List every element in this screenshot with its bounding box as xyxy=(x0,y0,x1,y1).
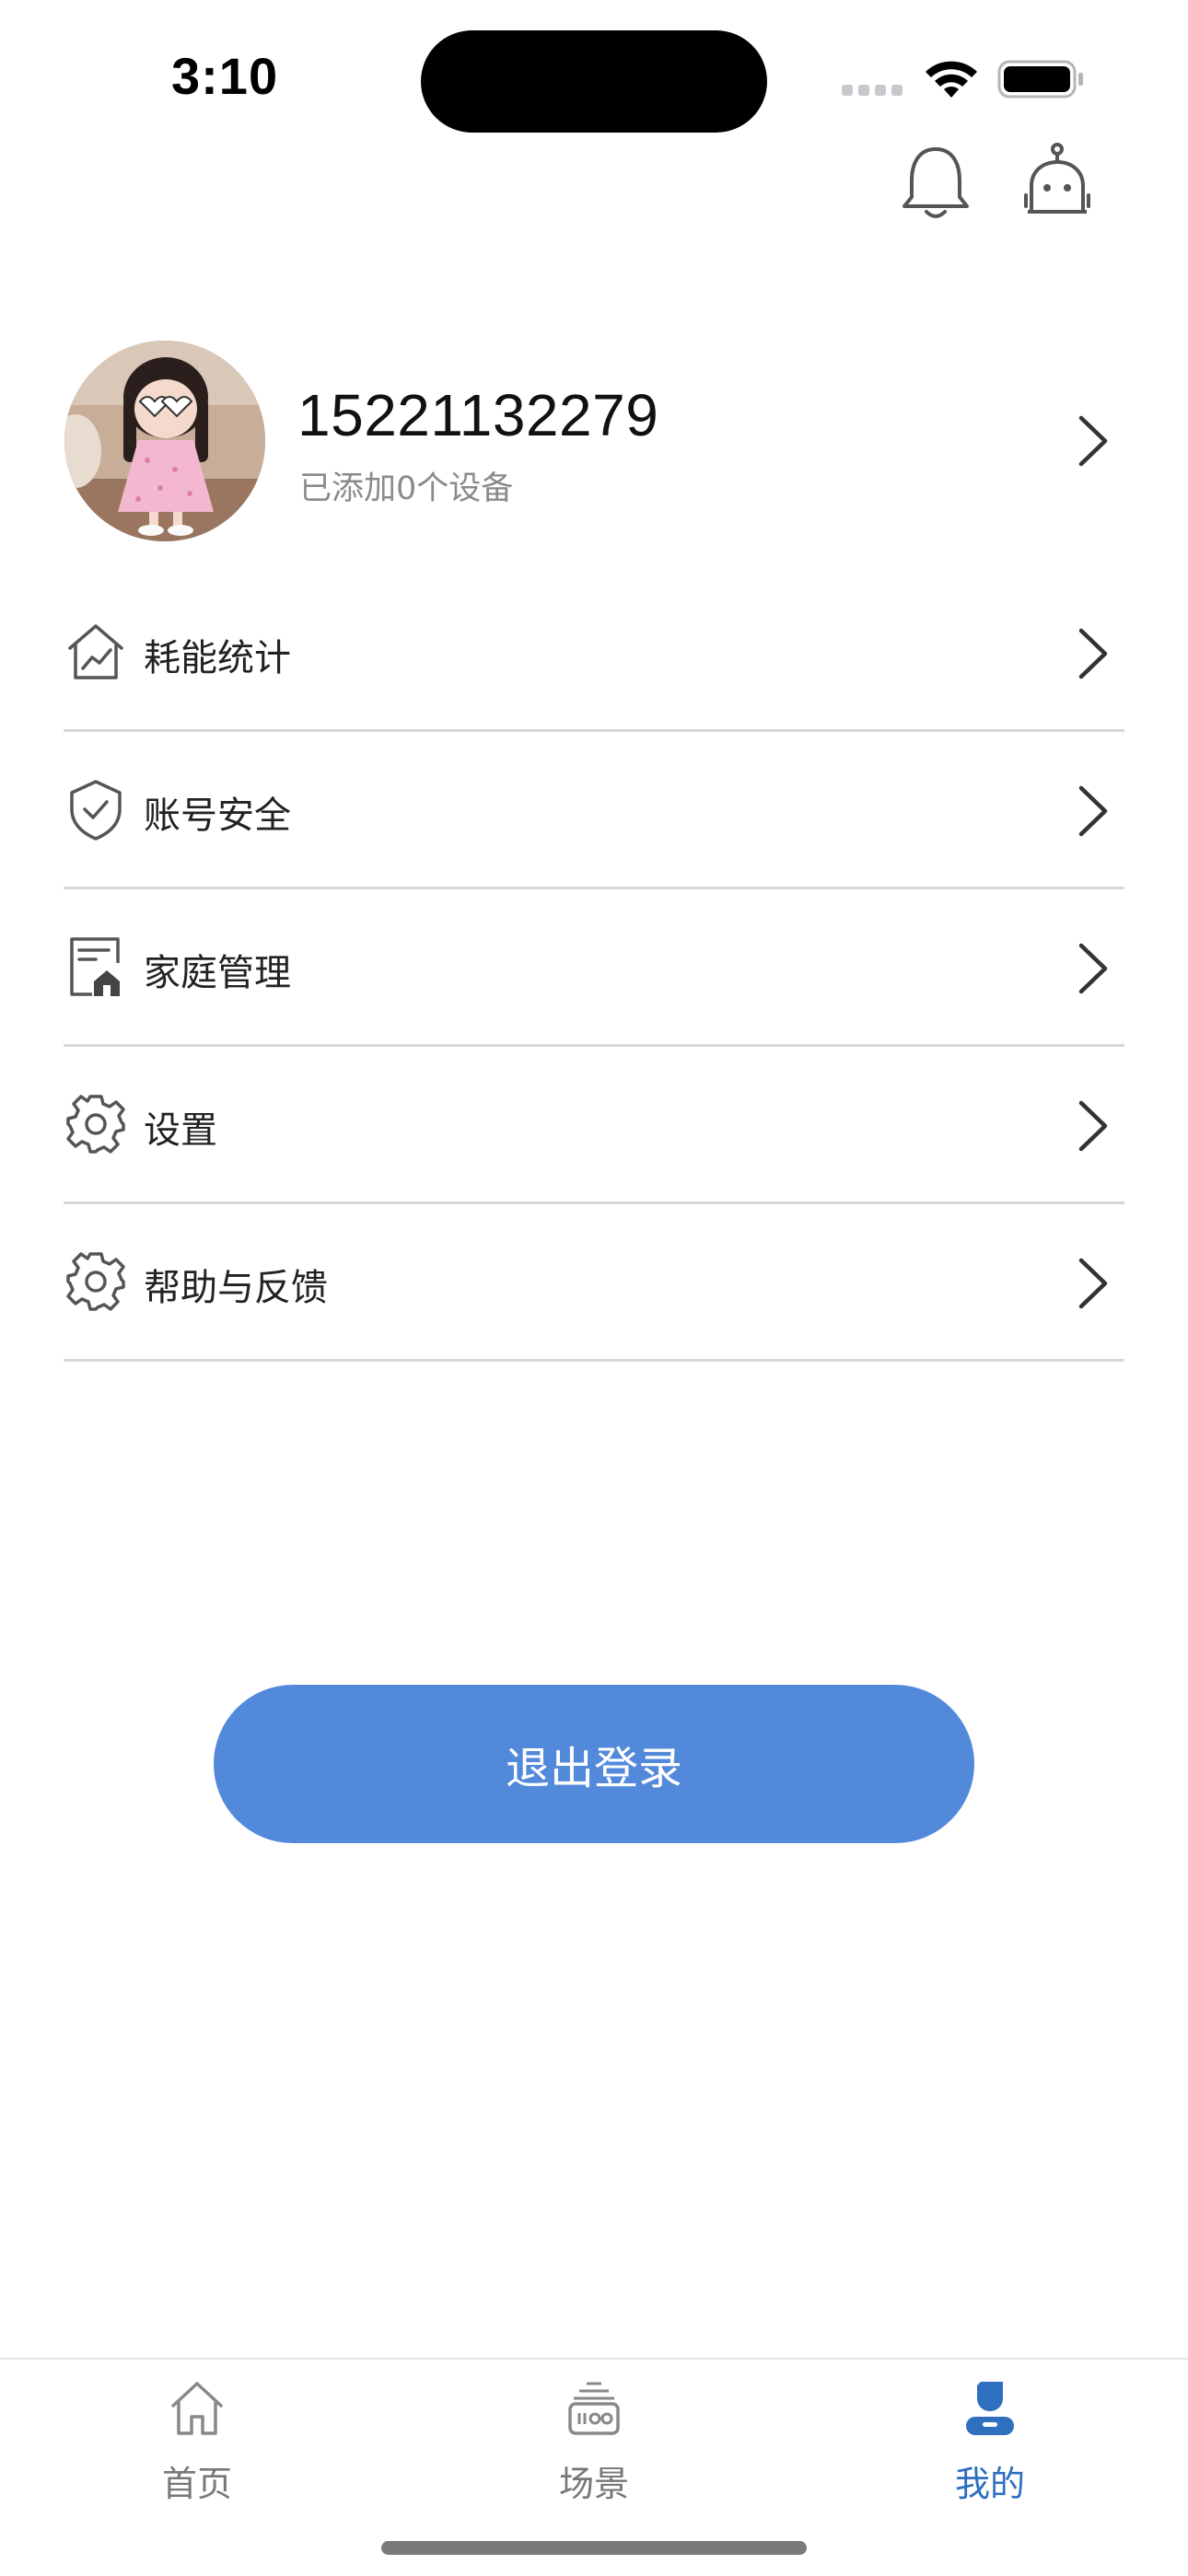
settings-menu: 耗能统计 账号安全 家庭管理 设置 帮助与反馈 xyxy=(0,574,1188,1362)
chevron-right-icon xyxy=(1078,1258,1108,1309)
menu-label: 设置 xyxy=(144,1109,217,1152)
bell-icon[interactable] xyxy=(897,140,974,225)
energy-chart-icon xyxy=(68,624,123,679)
wifi-icon xyxy=(926,61,977,98)
cellular-signal-icon xyxy=(842,85,906,98)
status-time: 3:10 xyxy=(171,47,279,105)
home-icon xyxy=(171,2382,223,2435)
tab-label: 首页 xyxy=(161,2464,232,2504)
menu-item-help-feedback[interactable]: 帮助与反馈 xyxy=(0,1204,1188,1362)
menu-item-account-security[interactable]: 账号安全 xyxy=(0,732,1188,889)
gear-icon xyxy=(66,1252,125,1311)
menu-item-family-management[interactable]: 家庭管理 xyxy=(0,889,1188,1047)
menu-label: 家庭管理 xyxy=(144,952,291,994)
logout-button[interactable]: 退出登录 xyxy=(214,1685,974,1843)
chevron-right-icon xyxy=(1078,1100,1108,1152)
tab-label: 场景 xyxy=(558,2464,629,2504)
avatar-illustration xyxy=(64,341,265,541)
profile-icon xyxy=(966,2382,1014,2435)
chevron-right-icon[interactable] xyxy=(1074,412,1111,470)
menu-label: 帮助与反馈 xyxy=(144,1267,328,1309)
home-manage-icon xyxy=(70,937,120,996)
profile-card[interactable]: 15221132279 已添加0个设备 xyxy=(0,337,1188,549)
gear-icon xyxy=(66,1095,125,1154)
menu-item-energy-stats[interactable]: 耗能统计 xyxy=(0,574,1188,732)
tab-home[interactable]: 首页 xyxy=(105,2378,289,2516)
device-count-text: 已添加0个设备 xyxy=(299,470,514,507)
menu-item-settings[interactable]: 设置 xyxy=(0,1047,1188,1204)
tab-scene[interactable]: 场景 xyxy=(502,2378,686,2516)
chevron-right-icon xyxy=(1078,785,1108,837)
chevron-right-icon xyxy=(1078,628,1108,679)
avatar[interactable] xyxy=(64,341,265,541)
chevron-right-icon xyxy=(1078,943,1108,994)
tab-mine[interactable]: 我的 xyxy=(898,2378,1082,2516)
robot-icon[interactable] xyxy=(1019,140,1096,225)
menu-label: 账号安全 xyxy=(144,795,291,837)
tab-label: 我的 xyxy=(954,2464,1025,2504)
battery-icon xyxy=(997,60,1083,99)
menu-label: 耗能统计 xyxy=(144,637,291,679)
scene-icon xyxy=(568,2382,620,2435)
shield-icon xyxy=(70,780,122,841)
user-phone-number: 15221132279 xyxy=(297,382,659,448)
dynamic-island xyxy=(421,30,767,133)
status-bar: 3:10 xyxy=(0,0,1188,138)
home-indicator[interactable] xyxy=(381,2541,807,2555)
